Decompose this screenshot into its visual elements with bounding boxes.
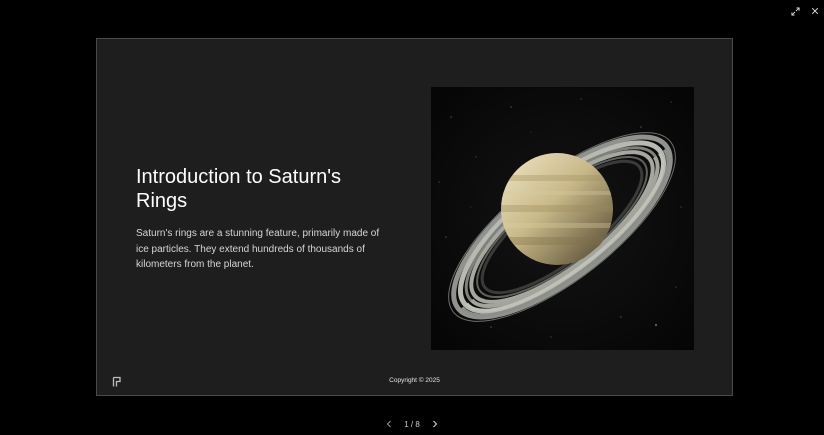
- close-icon[interactable]: [808, 4, 822, 18]
- chevron-left-icon[interactable]: [384, 418, 394, 430]
- slide-body-text: Saturn's rings are a stunning feature, p…: [136, 228, 380, 270]
- presentation-viewer: Introduction to Saturn's Rings Saturn's …: [0, 0, 824, 435]
- page-indicator: 1 / 8: [404, 419, 420, 429]
- slide-title: Introduction to Saturn's Rings: [136, 166, 342, 212]
- viewer-controls: [788, 4, 822, 18]
- pagination: 1 / 8: [0, 418, 824, 430]
- slide: Introduction to Saturn's Rings Saturn's …: [96, 38, 733, 396]
- saturn-image: [431, 87, 694, 350]
- copyright-text: Copyright © 2025: [389, 377, 440, 384]
- expand-icon[interactable]: [788, 4, 802, 18]
- chevron-right-icon[interactable]: [430, 418, 440, 430]
